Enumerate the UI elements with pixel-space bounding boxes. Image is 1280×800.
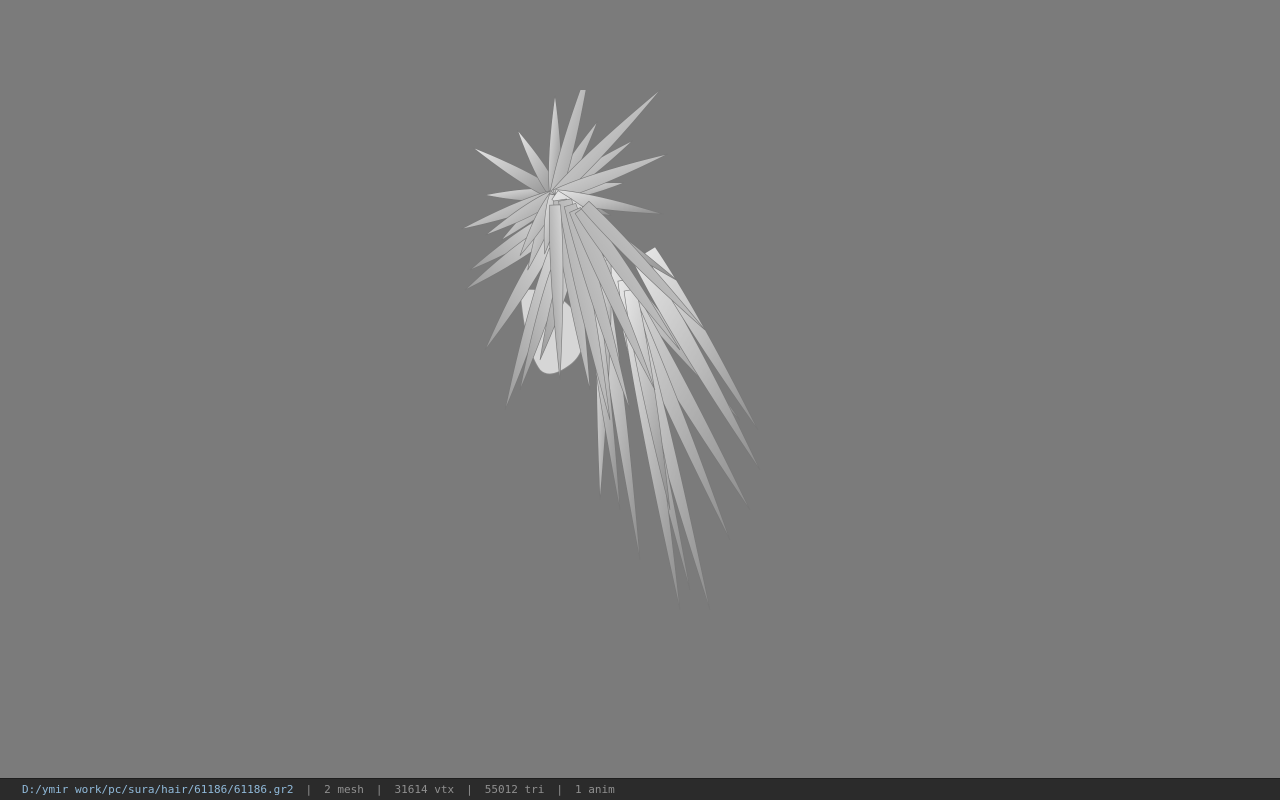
separator: |	[375, 783, 383, 796]
separator: |	[466, 783, 473, 796]
separator: |	[556, 783, 563, 796]
vertex-count: 31614 vtx	[394, 783, 455, 796]
file-path: D:/ymir work/pc/sura/hair/61186/61186.gr…	[22, 783, 294, 796]
status-bar: D:/ymir work/pc/sura/hair/61186/61186.gr…	[0, 778, 1280, 800]
triangle-count: 55012 tri	[484, 783, 545, 796]
3d-viewport[interactable]	[0, 0, 1280, 778]
hair-mesh-icon	[460, 90, 761, 611]
separator: |	[305, 783, 313, 796]
mesh-count: 2 mesh	[324, 783, 364, 796]
animation-count: 1 anim	[575, 783, 615, 796]
